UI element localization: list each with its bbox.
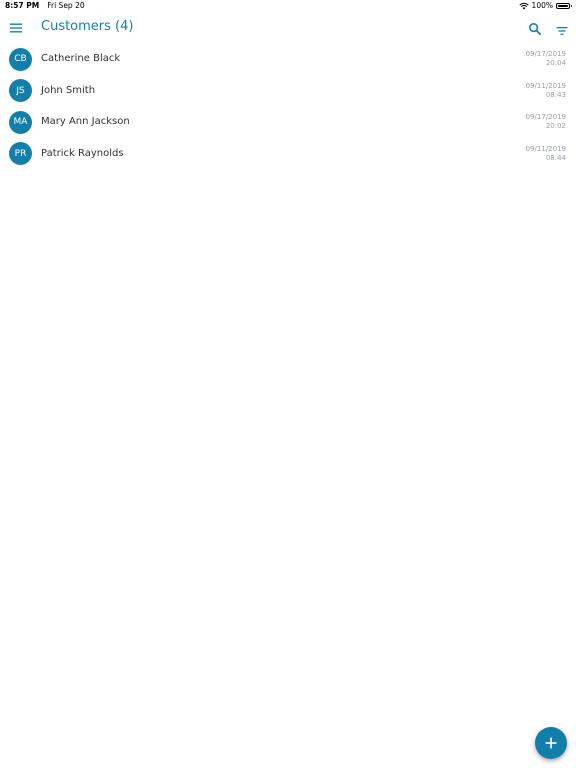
customer-timestamp: 09/11/2019 08:43 <box>526 82 566 100</box>
avatar: MA <box>9 110 32 134</box>
app-bar: Customers (4) <box>0 12 576 44</box>
status-left: 8:57 PM Fri Sep 20 <box>5 1 85 10</box>
customer-list: CB Catherine Black 09/17/2019 20:04 JS J… <box>0 44 576 170</box>
plus-icon <box>545 737 557 749</box>
status-right: 100% <box>518 1 572 10</box>
status-date: Fri Sep 20 <box>47 1 85 10</box>
customer-time: 08:44 <box>545 153 566 162</box>
battery-icon <box>556 2 572 9</box>
search-icon <box>528 22 542 36</box>
customer-name: John Smith <box>41 84 96 96</box>
menu-button[interactable] <box>9 20 23 34</box>
filter-button[interactable] <box>556 22 568 35</box>
customer-row[interactable]: MA Mary Ann Jackson 09/17/2019 20:02 <box>0 107 576 139</box>
wifi-icon <box>518 2 529 9</box>
battery-percent: 100% <box>531 1 553 10</box>
search-button[interactable] <box>528 21 542 36</box>
customer-timestamp: 09/17/2019 20:04 <box>526 50 566 68</box>
battery-fill <box>558 4 568 7</box>
customer-row[interactable]: CB Catherine Black 09/17/2019 20:04 <box>0 44 576 76</box>
customer-time: 20:02 <box>545 122 566 130</box>
customer-name: Catherine Black <box>41 53 121 64</box>
customer-name: Mary Ann Jackson <box>41 116 130 127</box>
menu-icon <box>10 23 22 33</box>
customer-date: 09/11/2019 <box>525 144 566 153</box>
page-title: Customers (4) <box>41 19 134 34</box>
customer-row[interactable]: JS John Smith 09/11/2019 08:43 <box>0 76 576 108</box>
status-bar: 8:57 PM Fri Sep 20 100% <box>0 0 576 12</box>
filter-icon <box>556 27 568 35</box>
customer-date: 09/11/2019 <box>525 81 566 90</box>
customer-date: 09/17/2019 <box>525 113 566 121</box>
avatar: PR <box>9 142 32 165</box>
customer-row[interactable]: PR Patrick Raynolds 09/11/2019 08:44 <box>0 139 576 171</box>
avatar: CB <box>9 47 32 71</box>
customer-timestamp: 09/11/2019 08:44 <box>526 145 566 163</box>
customer-name: Patrick Raynolds <box>41 147 124 159</box>
add-customer-button[interactable] <box>535 727 567 759</box>
status-time: 8:57 PM <box>5 1 40 10</box>
customer-time: 08:43 <box>545 90 566 99</box>
customer-timestamp: 09/17/2019 20:02 <box>526 113 566 131</box>
customer-time: 20:04 <box>545 59 566 67</box>
customer-date: 09/17/2019 <box>525 50 566 58</box>
avatar: JS <box>9 79 32 102</box>
